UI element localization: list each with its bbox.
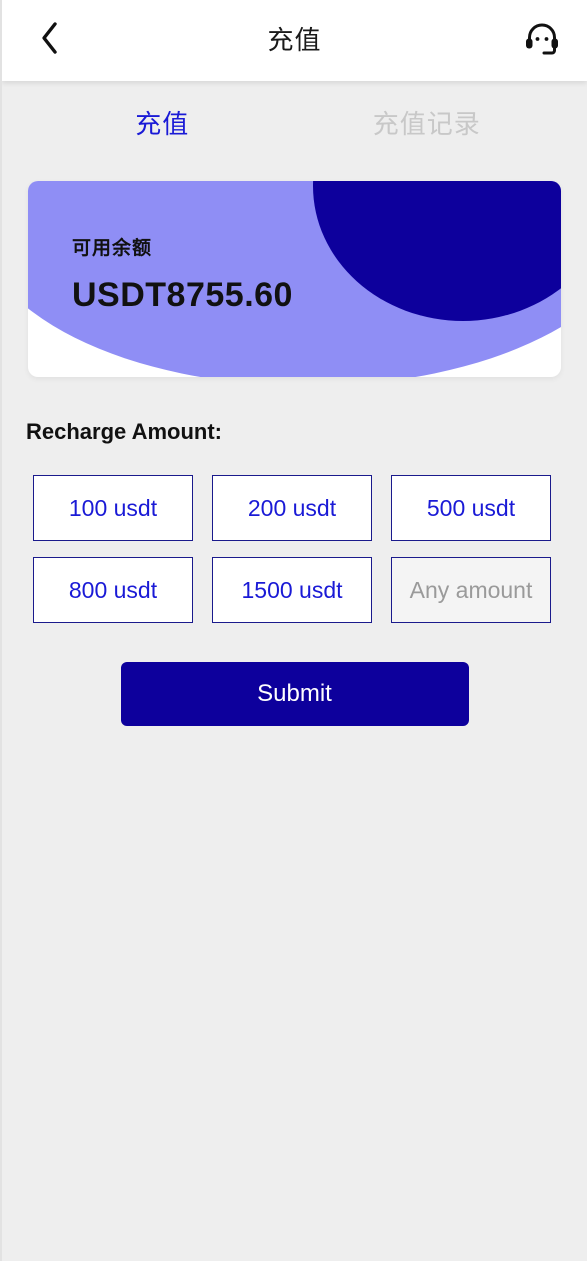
page-header: 充值: [2, 0, 587, 81]
amount-options-grid: 100 usdt 200 usdt 500 usdt 800 usdt 1500…: [33, 475, 551, 623]
amount-option-1500[interactable]: 1500 usdt: [212, 557, 372, 623]
recharge-amount-label: Recharge Amount:: [26, 419, 222, 444]
balance-content: 可用余额 USDT8755.60: [28, 181, 561, 315]
chevron-left-icon: [38, 21, 60, 60]
page-spacer: [2, 726, 587, 1126]
submit-button[interactable]: Submit: [120, 662, 469, 726]
amount-option-500[interactable]: 500 usdt: [391, 475, 551, 541]
headset-icon: [523, 19, 561, 62]
amount-option-800[interactable]: 800 usdt: [33, 557, 193, 623]
balance-value: USDT8755.60: [72, 276, 293, 314]
amount-option-200[interactable]: 200 usdt: [212, 475, 372, 541]
amount-option-100[interactable]: 100 usdt: [33, 475, 193, 541]
submit-row: Submit: [2, 662, 587, 726]
customer-service-button[interactable]: [519, 0, 565, 81]
tab-bar: 充值 充值记录: [2, 81, 587, 163]
balance-label: 可用余额: [72, 238, 153, 259]
back-button[interactable]: [26, 0, 72, 81]
recharge-page: 充值 充值 充值记录 可用余额 USDT8755.60 Recharge Amo…: [0, 0, 587, 1261]
tab-recharge[interactable]: 充值: [30, 104, 295, 141]
page-title: 充值: [267, 25, 322, 55]
tab-recharge-history[interactable]: 充值记录: [295, 104, 560, 141]
balance-card: 可用余额 USDT8755.60: [28, 181, 561, 377]
custom-amount-input[interactable]: [391, 557, 551, 623]
